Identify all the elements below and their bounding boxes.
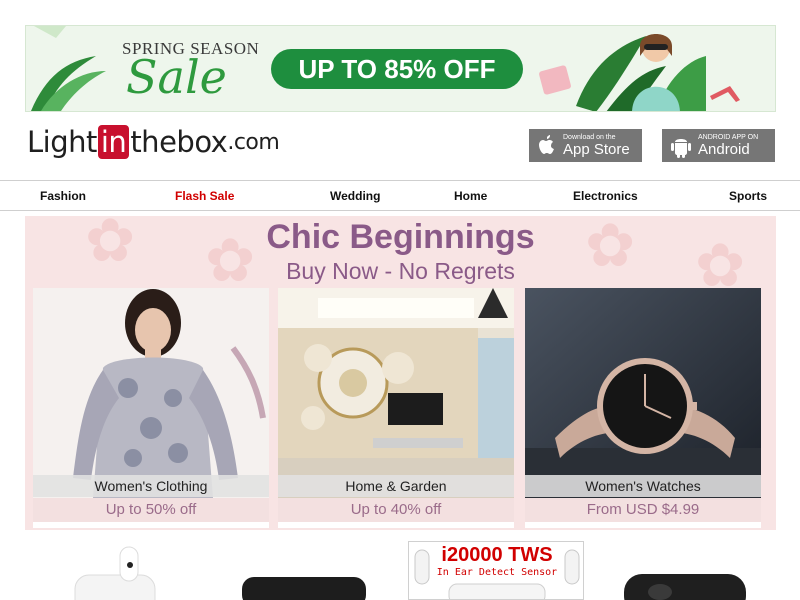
app-store-label: App Store <box>563 140 630 158</box>
womens-clothing-deal: Up to 50% off <box>33 498 269 522</box>
heels-icon <box>710 86 740 102</box>
womens-clothing-caption: Women's Clothing <box>33 475 269 497</box>
nav-flash-sale[interactable]: Flash Sale <box>175 189 234 203</box>
black-earbuds-image[interactable] <box>620 572 750 600</box>
android-app-button[interactable]: ANDROID APP ON Android <box>662 129 775 162</box>
site-logo[interactable]: Light in thebox .com <box>27 122 280 162</box>
category-nav: Fashion Flash Sale Wedding Home Electron… <box>0 180 800 211</box>
logo-in-text: in <box>97 125 130 159</box>
home-garden-card[interactable]: Home & Garden Up to 40% off <box>278 288 514 528</box>
womens-clothing-image <box>33 288 269 498</box>
nav-home[interactable]: Home <box>454 189 487 203</box>
leaf-decoration-icon <box>31 26 106 111</box>
chic-subtitle: Buy Now - No Regrets <box>286 258 515 284</box>
model-photo-icon <box>632 34 680 111</box>
app-store-button[interactable]: Download on the App Store <box>529 129 642 162</box>
tws-earbuds-promo[interactable]: i20000 TWS In Ear Detect Sensor <box>408 541 584 600</box>
chic-beginnings-section: ✿ ✿ ✿ ✿ Chic Beginnings Buy Now - No Reg… <box>25 216 776 530</box>
offer-pill: UP TO 85% OFF <box>271 49 523 89</box>
black-earbud-case-image[interactable] <box>240 575 370 600</box>
airpods-product-image[interactable] <box>70 545 160 600</box>
womens-watches-card[interactable]: Women's Watches From USD $4.99 <box>525 288 761 528</box>
sale-text: Sale <box>126 50 227 104</box>
womens-watches-image <box>525 288 761 498</box>
spring-sale-banner[interactable]: SPRING SEASON Sale UP TO 85% OFF <box>25 25 776 112</box>
android-label: Android <box>698 140 750 158</box>
nav-fashion[interactable]: Fashion <box>40 189 86 203</box>
page: SPRING SEASON Sale UP TO 85% OFF Light in… <box>0 0 800 600</box>
logo-thebox-text: thebox <box>130 125 228 159</box>
home-garden-caption: Home & Garden <box>278 475 514 497</box>
chic-title: Chic Beginnings <box>266 218 535 256</box>
apple-icon <box>539 134 554 154</box>
womens-clothing-card[interactable]: Women's Clothing Up to 50% off <box>33 288 269 528</box>
nav-wedding[interactable]: Wedding <box>330 189 380 203</box>
nav-electronics[interactable]: Electronics <box>573 189 638 203</box>
android-icon <box>671 138 691 158</box>
logo-light-text: Light <box>27 125 97 159</box>
womens-watches-caption: Women's Watches <box>525 475 761 497</box>
home-garden-image <box>278 288 514 498</box>
earbuds-icon <box>414 549 580 599</box>
home-garden-deal: Up to 40% off <box>278 498 514 522</box>
womens-watches-deal: From USD $4.99 <box>525 498 761 522</box>
logo-suffix-text: .com <box>227 129 280 155</box>
nav-sports[interactable]: Sports <box>729 189 767 203</box>
